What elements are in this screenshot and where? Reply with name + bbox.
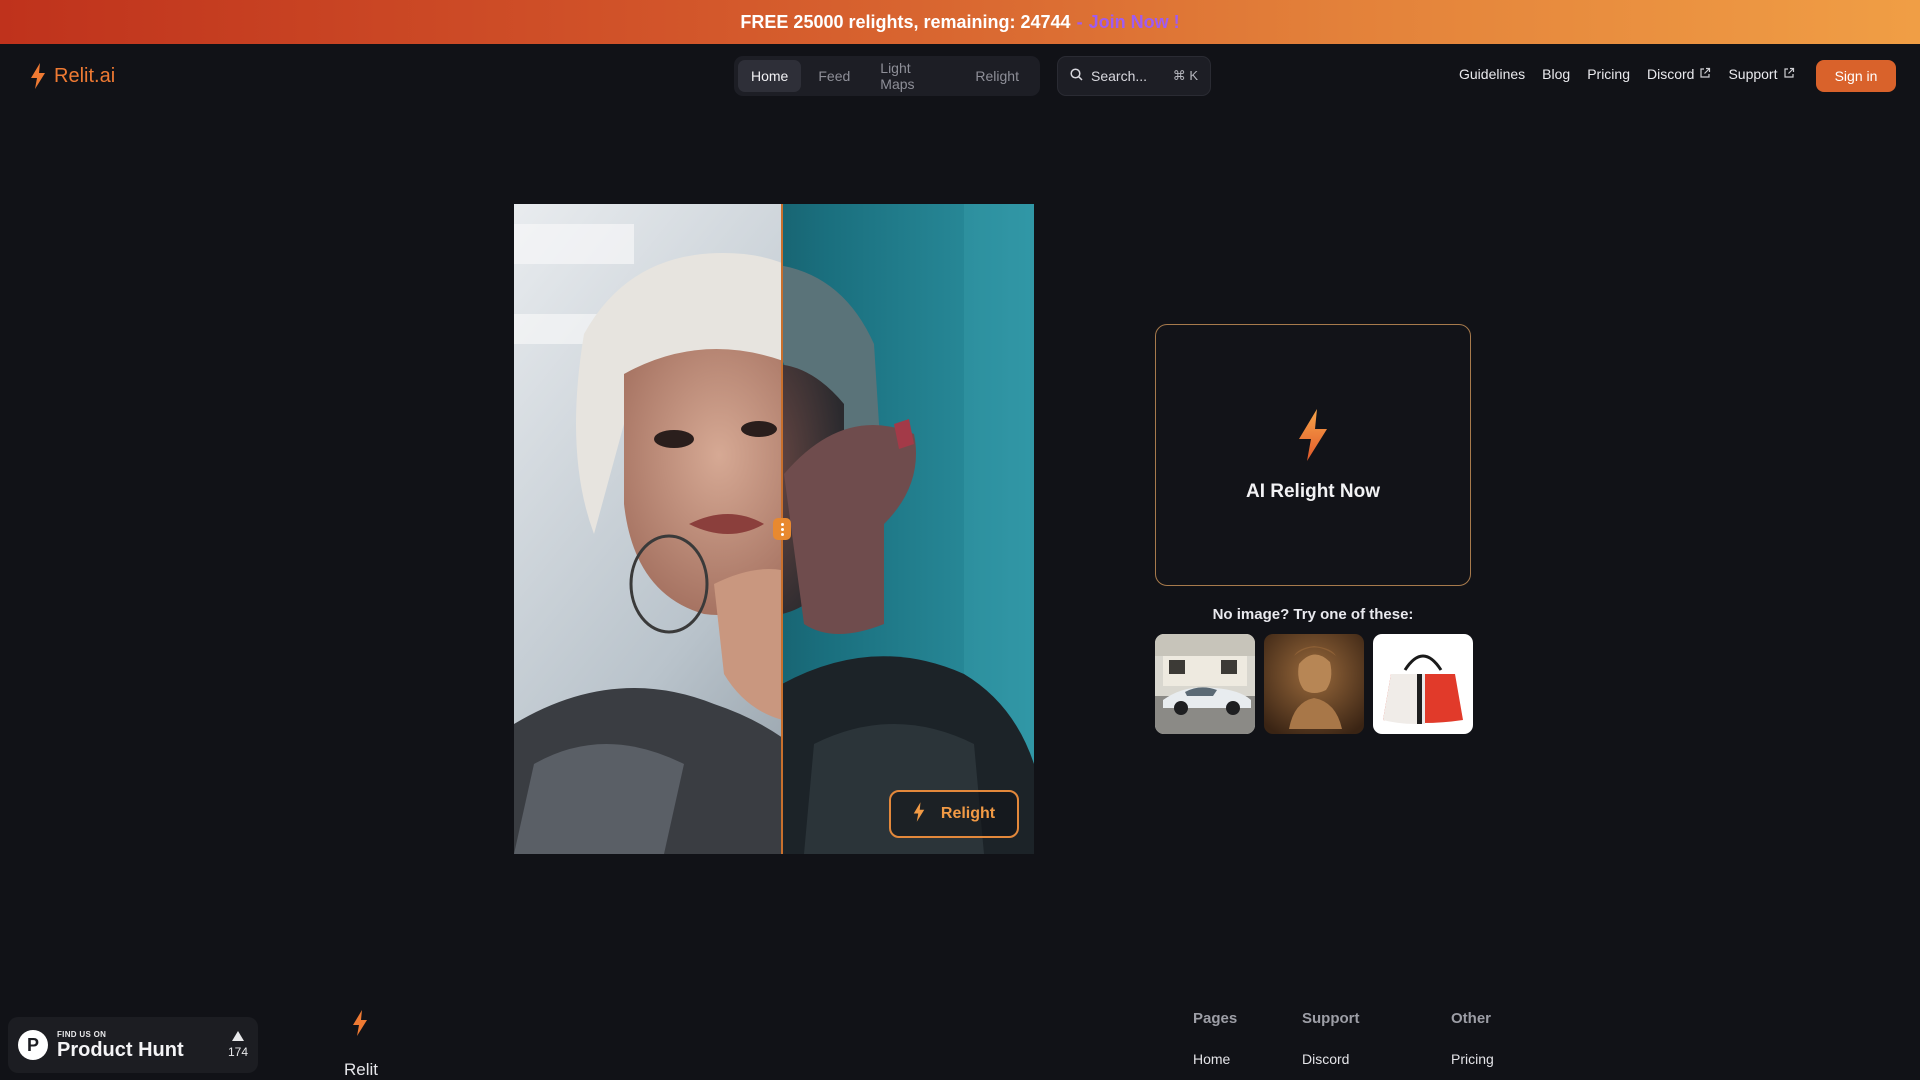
footer-link-pricing[interactable]: Pricing: [1451, 1051, 1494, 1067]
nav-link-pricing[interactable]: Pricing: [1587, 66, 1630, 82]
search-icon: [1070, 68, 1083, 84]
relight-button[interactable]: Relight: [889, 790, 1019, 838]
product-hunt-small-text: FIND US ON: [57, 1029, 107, 1039]
join-now-link[interactable]: Join Now !: [1089, 12, 1180, 33]
sports-car-image[interactable]: [1155, 634, 1255, 734]
tab-feed[interactable]: Feed: [805, 60, 863, 92]
nav-links: Guidelines Blog Pricing Discord Support: [1459, 66, 1795, 82]
tab-home[interactable]: Home: [738, 60, 802, 92]
upload-title: AI Relight Now: [1245, 480, 1381, 502]
product-hunt-icon: P: [18, 1030, 48, 1060]
tab-light-maps[interactable]: Light Maps: [867, 60, 958, 92]
footer-column-title: Support: [1302, 1010, 1360, 1027]
upvote-number: 174: [227, 1045, 248, 1059]
footer-column-other: Other Pricing: [1451, 1010, 1494, 1067]
footer-column-title: Pages: [1193, 1010, 1238, 1027]
search-shortcut: ⌘ K: [1172, 68, 1198, 83]
sign-in-button[interactable]: Sign in: [1816, 60, 1896, 92]
footer-bolt-icon: [352, 1010, 368, 1041]
nav-link-blog[interactable]: Blog: [1542, 66, 1570, 82]
search-placeholder: Search...: [1091, 68, 1148, 84]
sample-images: [1155, 634, 1473, 734]
logo-text: Relit.ai: [54, 64, 116, 87]
bolt-icon: [30, 63, 46, 89]
upvote-count: 174: [228, 1031, 248, 1059]
nav-link-discord-label: Discord: [1646, 66, 1695, 82]
promo-text: FREE 25000 relights, remaining: 24744: [740, 11, 1071, 32]
footer-brand: Relit: [344, 1060, 379, 1079]
footer-column-support: Support Discord: [1302, 1010, 1360, 1067]
search-button[interactable]: Search... ⌘ K: [1057, 56, 1211, 96]
product-hunt-name: Product Hunt: [57, 1038, 184, 1061]
top-navigation: Relit.ai Home Feed Light Maps Relight Se…: [0, 44, 1920, 108]
upload-dropzone[interactable]: AI Relight Now: [1155, 324, 1471, 586]
compare-handle-icon[interactable]: [773, 518, 791, 540]
external-link-icon: [1783, 66, 1795, 82]
product-hunt-badge[interactable]: P FIND US ON Product Hunt 174: [8, 1017, 258, 1073]
nav-link-guidelines[interactable]: Guidelines: [1459, 66, 1525, 82]
handbag-image[interactable]: [1373, 634, 1473, 734]
footer-link-home[interactable]: Home: [1193, 1051, 1237, 1067]
statue-bust-image[interactable]: [1264, 634, 1364, 734]
nav-tabs: Home Feed Light Maps Relight: [734, 56, 1040, 96]
logo[interactable]: Relit.ai: [30, 63, 115, 89]
nav-link-support-label: Support: [1728, 66, 1778, 82]
footer-link-discord[interactable]: Discord: [1302, 1051, 1360, 1067]
promo-banner: FREE 25000 relights, remaining: 24744 - …: [0, 0, 1920, 44]
relight-compare-slider[interactable]: Relight: [514, 204, 1034, 854]
footer-column-pages: Pages Home: [1193, 1010, 1237, 1067]
try-samples-label: No image? Try one of these:: [1212, 606, 1414, 623]
upvote-arrow-icon: [231, 1031, 244, 1041]
external-link-icon: [1699, 66, 1711, 82]
tab-relight[interactable]: Relight: [962, 60, 1032, 92]
footer-column-title: Other: [1451, 1010, 1492, 1027]
promo-dash: -: [1076, 11, 1083, 32]
nav-link-discord[interactable]: Discord: [1647, 66, 1711, 82]
bolt-icon: [1297, 408, 1329, 467]
nav-link-support[interactable]: Support: [1728, 66, 1794, 82]
relight-button-label: Relight: [940, 805, 996, 822]
bolt-icon: [913, 801, 925, 827]
